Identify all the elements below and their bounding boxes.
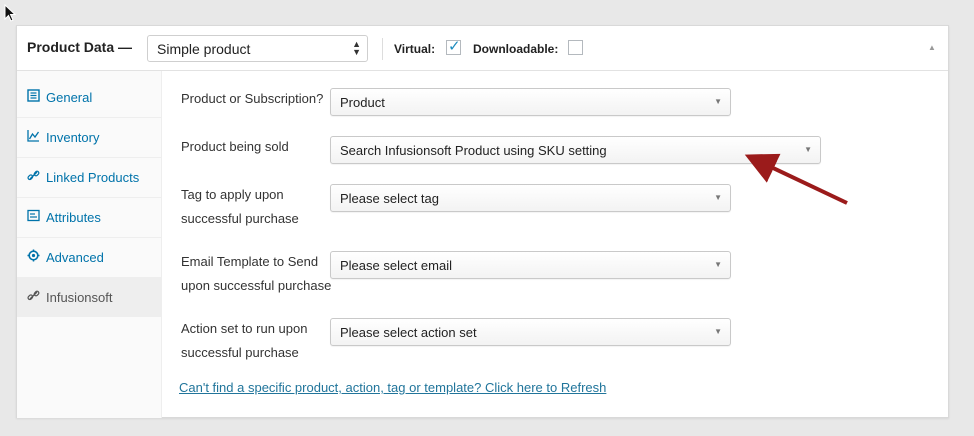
tab-label: Linked Products: [46, 170, 140, 185]
tag-select[interactable]: Please select tag ▼: [330, 184, 731, 212]
tab-label: Attributes: [46, 210, 101, 225]
refresh-link[interactable]: Can't find a specific product, action, t…: [179, 380, 606, 395]
select-value: Please select action set: [340, 325, 477, 340]
downloadable-checkbox[interactable]: [568, 40, 583, 55]
general-icon: [27, 89, 40, 102]
panel-header: Product Data — Simple product ▲ ▼ Virtual…: [17, 26, 948, 71]
tab-linked-products[interactable]: Linked Products: [17, 158, 161, 198]
product-being-sold-select[interactable]: Search Infusionsoft Product using SKU se…: [330, 136, 821, 164]
dropdown-arrow-icon: ▼: [804, 145, 812, 154]
product-type-value: Simple product: [157, 41, 251, 57]
dropdown-arrow-icon: ▼: [714, 260, 722, 269]
dropdown-arrow-icon: ▼: [714, 327, 722, 336]
link-icon: [27, 290, 40, 301]
link-icon: [27, 170, 40, 181]
mouse-cursor-icon: [4, 4, 17, 22]
product-data-tabs: General Inventory Linked Products Attrib…: [17, 71, 162, 418]
downloadable-label: Downloadable:: [473, 42, 559, 56]
product-or-subscription-select[interactable]: Product ▼: [330, 88, 731, 116]
email-template-label-line1: Email Template to Send: [181, 254, 319, 269]
action-set-label-line2: successful purchase: [181, 345, 299, 360]
tag-label-line1: Tag to apply upon: [181, 187, 284, 202]
select-value: Search Infusionsoft Product using SKU se…: [340, 143, 607, 158]
tab-advanced[interactable]: Advanced: [17, 238, 161, 278]
product-being-sold-label: Product being sold: [181, 139, 289, 154]
tag-label-line2: successful purchase: [181, 211, 299, 226]
dropdown-arrow-icon: ▼: [714, 97, 722, 106]
product-or-subscription-label: Product or Subscription?: [181, 91, 324, 106]
action-set-select[interactable]: Please select action set ▼: [330, 318, 731, 346]
virtual-label: Virtual:: [394, 42, 436, 56]
tab-label: Inventory: [46, 130, 100, 145]
tab-label: Infusionsoft: [46, 290, 113, 305]
tab-attributes[interactable]: Attributes: [17, 198, 161, 238]
panel-title: Product Data —: [27, 39, 133, 55]
checkmark-icon: ✓: [448, 38, 461, 55]
gear-icon: [27, 249, 40, 262]
select-arrows-icon: ▲ ▼: [352, 39, 361, 57]
tab-general[interactable]: General: [17, 78, 161, 118]
virtual-checkbox[interactable]: ✓: [446, 38, 461, 55]
attributes-icon: [27, 209, 40, 222]
tab-inventory[interactable]: Inventory: [17, 118, 161, 158]
tab-label: General: [46, 90, 93, 105]
product-data-panel: Product Data — Simple product ▲ ▼ Virtual…: [16, 25, 949, 418]
inventory-icon: [27, 130, 40, 142]
dropdown-arrow-icon: ▼: [714, 193, 722, 202]
email-template-select[interactable]: Please select email ▼: [330, 251, 731, 279]
header-divider: [382, 38, 383, 60]
tab-infusionsoft[interactable]: Infusionsoft: [17, 278, 161, 317]
select-value: Please select tag: [340, 191, 440, 206]
select-value: Please select email: [340, 258, 452, 273]
action-set-label-line1: Action set to run upon: [181, 321, 308, 336]
product-type-select[interactable]: Simple product ▲ ▼: [147, 35, 368, 62]
tab-label: Advanced: [46, 250, 104, 265]
collapse-toggle-icon[interactable]: ▲: [928, 43, 936, 52]
select-value: Product: [340, 95, 385, 110]
email-template-label-line2: upon successful purchase: [181, 278, 332, 293]
